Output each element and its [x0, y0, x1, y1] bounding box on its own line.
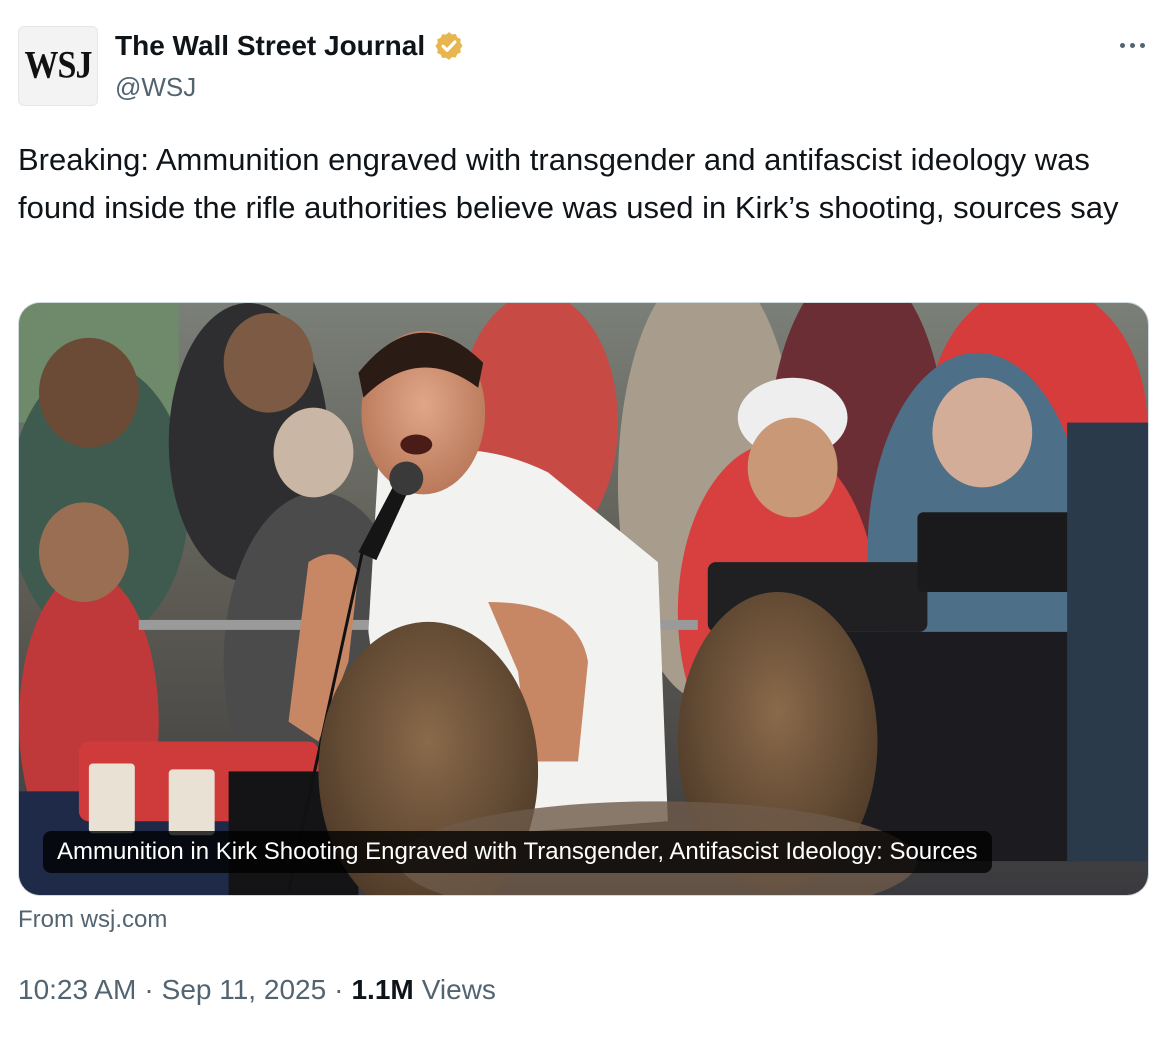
author-display-name[interactable]: The Wall Street Journal — [115, 30, 425, 62]
tweet-text: Breaking: Ammunition engraved with trans… — [18, 142, 1119, 225]
source-prefix: From — [18, 906, 74, 933]
link-card[interactable]: Ammunition in Kirk Shooting Engraved wit… — [18, 302, 1149, 896]
source-domain-link[interactable]: wsj.com — [81, 906, 168, 933]
card-caption: Ammunition in Kirk Shooting Engraved wit… — [43, 831, 992, 873]
tweet: WSJ The Wall Street Journal @WSJ Breakin… — [0, 0, 1172, 1042]
views-label: Views — [421, 974, 496, 1005]
author-name-row: The Wall Street Journal — [115, 28, 465, 64]
views-count[interactable]: 1.1M — [351, 974, 413, 1006]
more-dot-icon — [1129, 42, 1135, 48]
author-handle[interactable]: @WSJ — [115, 72, 196, 103]
tweet-meta: 10:23 AM · Sep 11, 2025 · 1.1M Views — [18, 974, 496, 1006]
meta-separator: · — [144, 974, 154, 1005]
more-dot-icon — [1139, 42, 1145, 48]
verified-badge-icon — [435, 32, 463, 60]
news-photo-image — [19, 303, 1148, 895]
avatar-logo-text: WSJ — [24, 44, 93, 87]
avatar[interactable]: WSJ — [18, 26, 98, 106]
tweet-date[interactable]: Sep 11, 2025 — [162, 974, 327, 1006]
more-options-button[interactable] — [1110, 30, 1154, 60]
more-dot-icon — [1119, 42, 1125, 48]
card-source: From wsj.com — [18, 906, 167, 934]
meta-separator: · — [334, 974, 344, 1005]
tweet-time[interactable]: 10:23 AM — [18, 974, 136, 1006]
